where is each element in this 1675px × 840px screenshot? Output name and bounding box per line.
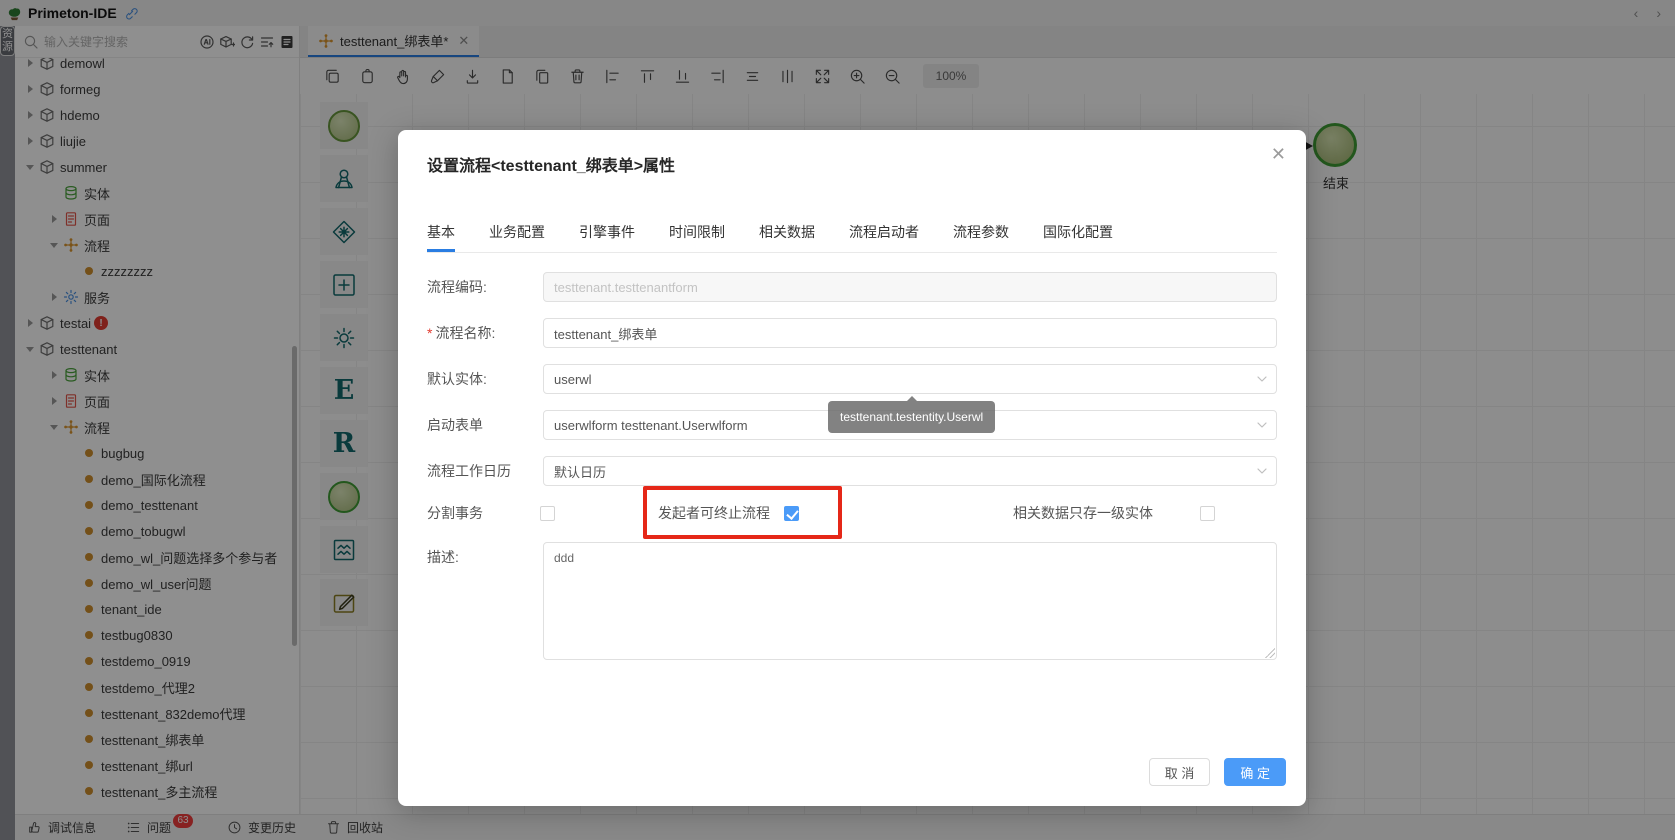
checkbox-label: 分割事务 (427, 503, 483, 523)
field-label: 默认实体: (427, 364, 543, 394)
app-window: Primeton-IDE ‹ › 资源 demowlformeghdemoliu… (0, 0, 1675, 840)
chevron-down-icon (1256, 465, 1268, 477)
close-icon[interactable]: ✕ (1271, 144, 1286, 165)
description-textarea[interactable]: ddd (543, 542, 1277, 660)
select-value: 默认日历 (554, 462, 606, 481)
split-transaction-group: 分割事务 (427, 502, 555, 524)
required-asterisk: * (427, 325, 432, 341)
dialog-tab-6[interactable]: 流程启动者 (849, 222, 919, 252)
resize-handle[interactable] (1265, 648, 1275, 658)
related-data-group: 相关数据只存一级实体 (1013, 502, 1215, 524)
ok-button[interactable]: 确 定 (1224, 758, 1286, 786)
checkbox-label: 相关数据只存一级实体 (1013, 503, 1153, 523)
cancel-button[interactable]: 取 消 (1149, 758, 1211, 786)
field-label: 启动表单 (427, 410, 543, 440)
dialog-title: 设置流程<testtenant_绑表单>属性 (427, 152, 675, 176)
form-row-calendar: 流程工作日历 默认日历 (427, 456, 1277, 486)
field-label: *流程名称: (427, 318, 543, 348)
related-data-checkbox[interactable] (1200, 506, 1215, 521)
select-value: userwlform testtenant.Userwlform (554, 418, 748, 433)
form-row-name: *流程名称: (427, 318, 1277, 348)
dialog-tabs: 基本 业务配置 引擎事件 时间限制 相关数据 流程启动者 流程参数 国际化配置 (427, 222, 1277, 253)
work-calendar-select[interactable]: 默认日历 (543, 456, 1277, 486)
chevron-down-icon (1256, 373, 1268, 385)
dialog-tab-3[interactable]: 引擎事件 (579, 222, 635, 252)
initiator-terminate-checkbox[interactable] (784, 506, 799, 521)
entity-tooltip: testtenant.testentity.Userwl (828, 401, 995, 433)
process-name-field[interactable] (543, 318, 1277, 348)
tooltip-arrow (907, 396, 917, 401)
dialog-tab-2[interactable]: 业务配置 (489, 222, 545, 252)
form-row-checkboxes: 分割事务 发起者可终止流程 相关数据只存一级实体 (427, 502, 1277, 524)
process-code-field (543, 272, 1277, 302)
dialog-tab-7[interactable]: 流程参数 (953, 222, 1009, 252)
split-transaction-checkbox[interactable] (540, 506, 555, 521)
form-row-entity: 默认实体: userwl (427, 364, 1277, 394)
form-row-code: 流程编码: (427, 272, 1277, 302)
dialog-tab-4[interactable]: 时间限制 (669, 222, 725, 252)
field-label: 流程编码: (427, 272, 543, 302)
initiator-terminate-group: 发起者可终止流程 (658, 502, 799, 524)
checkbox-label: 发起者可终止流程 (658, 503, 770, 523)
form-row-description: 描述: ddd (427, 542, 1277, 660)
select-value: userwl (554, 372, 592, 387)
dialog-tab-8[interactable]: 国际化配置 (1043, 222, 1113, 252)
process-properties-dialog: 设置流程<testtenant_绑表单>属性 ✕ 基本业务配置引擎事件时间限制相… (398, 130, 1306, 806)
dialog-tab-5[interactable]: 相关数据 (759, 222, 815, 252)
dialog-footer: 取 消 确 定 (1149, 758, 1286, 786)
dialog-tab-1[interactable]: 基本 (427, 222, 455, 252)
default-entity-select[interactable]: userwl (543, 364, 1277, 394)
field-label: 描述: (427, 542, 543, 660)
chevron-down-icon (1256, 419, 1268, 431)
field-label: 流程工作日历 (427, 456, 543, 486)
tooltip-text: testtenant.testentity.Userwl (840, 410, 983, 424)
